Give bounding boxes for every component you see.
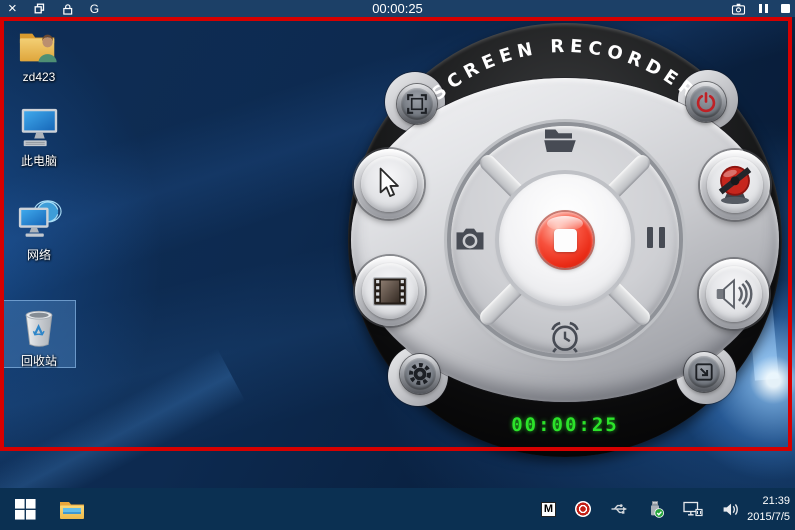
desktop-icon-recycle-bin[interactable]: 回收站 [2,304,76,369]
schedule-timer-button[interactable] [546,318,584,356]
this-pc-icon [2,104,76,150]
pause-icon[interactable] [759,4,768,13]
clock-time: 21:39 [762,495,790,507]
taskbar: M 21:39 2015/7/5 [0,488,795,530]
windows-logo-icon [14,498,36,520]
g-badge[interactable]: G [90,2,99,16]
dpad-hub [499,174,631,306]
open-folder-icon [544,129,576,152]
network-icon [2,198,76,244]
usb-ready-icon[interactable] [647,500,664,518]
power-button[interactable] [686,82,726,122]
network-tray-icon[interactable] [683,501,703,517]
select-region-icon [407,94,427,114]
snapshot-camera-icon[interactable] [731,3,746,15]
webcam-disabled-icon [718,165,752,205]
start-button[interactable] [8,488,42,530]
video-library-button[interactable] [355,256,425,326]
camera-icon [456,228,484,250]
stop-record-button[interactable] [537,212,593,268]
webcam-toggle-button[interactable] [700,150,770,220]
select-region-button[interactable] [397,84,437,124]
recycle-bin-icon [2,304,76,350]
recorder-topbar: 00:00:25 × G [0,0,795,17]
folder-icon [60,501,84,519]
power-icon [696,92,716,113]
screen: zd423 此电脑 网络 回收站 SCREEN RECORDE 00:00:25… [0,0,795,530]
screen-recorder-wheel: SCREEN RECORDER [335,10,795,470]
topbar-timer: 00:00:25 [372,1,423,16]
minimize-corner-icon [695,363,713,381]
system-tray: M [541,488,739,530]
mouse-cursor-icon [379,167,399,197]
settings-button[interactable] [400,354,440,394]
desktop-icon-label: 回收站 [20,354,57,368]
desktop-icon-network[interactable]: 网络 [2,198,76,263]
cursor-capture-button[interactable] [354,149,424,219]
volume-button[interactable] [699,259,769,329]
recorder-tray-icon[interactable] [575,501,591,517]
usb-icon[interactable] [610,501,628,517]
snapshot-camera-button[interactable] [454,224,486,252]
stop-icon[interactable] [781,4,790,13]
pause-icon [647,227,665,248]
open-folder-button[interactable] [541,124,579,156]
minimize-to-corner-button[interactable] [684,352,724,392]
taskbar-clock[interactable]: 21:39 2015/7/5 [747,493,790,525]
desktop-icon-this-pc[interactable]: 此电脑 [2,104,76,169]
volume-tray-icon[interactable] [722,502,739,517]
desktop-icon-label: zd423 [22,70,56,84]
lock-icon[interactable] [62,3,73,15]
film-strip-icon [372,276,408,306]
svg-text:SCREEN RECORDER: SCREEN RECORDER [428,36,702,105]
desktop-icon-label: 网络 [26,248,51,262]
file-explorer-button[interactable] [54,488,90,530]
desktop-icon-zd423[interactable]: zd423 [2,22,76,84]
close-icon[interactable]: × [8,1,17,16]
restore-window-icon[interactable] [34,3,45,14]
gear-icon [409,363,431,385]
speaker-icon [716,278,753,310]
stop-icon [553,228,577,252]
wheel-timer: 00:00:25 [511,414,619,436]
wheel-title: SCREEN RECORDER [428,36,697,105]
desktop-icon-label: 此电脑 [20,154,57,168]
alarm-clock-icon [551,321,579,353]
pause-button[interactable] [647,227,665,248]
user-folder-icon [2,22,76,68]
m-tray-icon[interactable]: M [541,501,556,517]
clock-date: 2015/7/5 [747,511,790,523]
